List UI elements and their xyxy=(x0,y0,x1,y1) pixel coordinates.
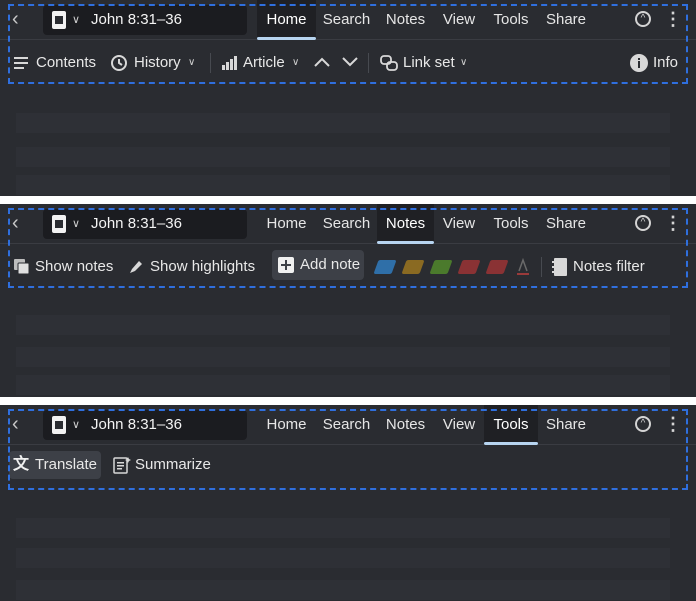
content-placeholder xyxy=(16,315,670,335)
highlight-frame xyxy=(8,409,688,490)
content-placeholder xyxy=(16,375,670,395)
content-placeholder xyxy=(16,113,670,133)
content-placeholder xyxy=(16,518,670,538)
highlight-frame xyxy=(8,4,688,84)
separator xyxy=(0,397,696,405)
content-placeholder xyxy=(16,548,670,568)
tools-panel: ‹ ∨ John 8:31–36 Home Search Notes View … xyxy=(0,405,696,601)
notes-panel: ‹ ∨ John 8:31–36 Home Search Notes View … xyxy=(0,204,696,397)
separator xyxy=(0,196,696,204)
content-placeholder xyxy=(16,347,670,367)
content-placeholder xyxy=(16,147,670,167)
highlight-frame xyxy=(8,208,688,288)
content-placeholder xyxy=(16,580,670,600)
content-placeholder xyxy=(16,175,670,195)
home-panel: ‹ ∨ John 8:31–36 Home Search Notes View … xyxy=(0,0,696,196)
